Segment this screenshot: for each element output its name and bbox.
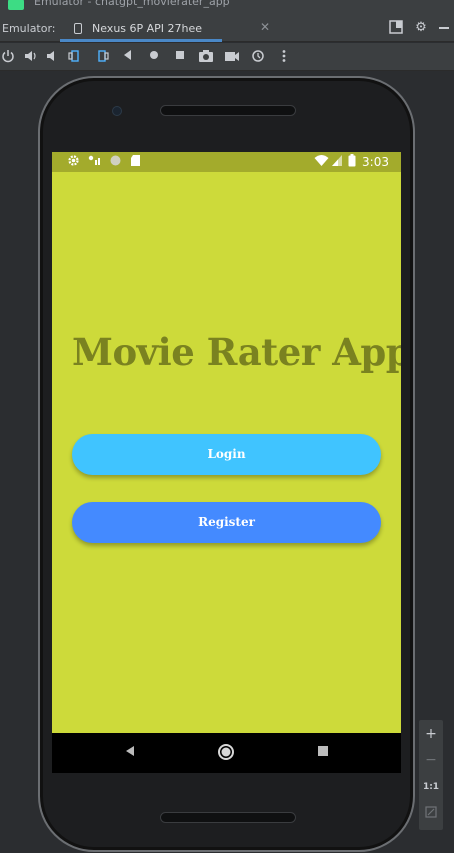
volume-up-icon[interactable] xyxy=(22,49,38,65)
fit-screen-icon[interactable] xyxy=(419,806,443,822)
snapshot-icon[interactable] xyxy=(250,49,266,65)
zoom-in-button[interactable]: + xyxy=(419,726,443,742)
bottom-speaker xyxy=(160,812,296,823)
emulator-label: Emulator: xyxy=(2,22,56,35)
top-speaker xyxy=(160,105,296,116)
one-to-one-button[interactable]: 1:1 xyxy=(419,782,443,792)
overview-icon[interactable] xyxy=(172,49,188,65)
minimize-icon[interactable] xyxy=(436,20,452,36)
device-screen: 3:03 Movie Rater App Login Register xyxy=(52,152,401,773)
settings-gear-icon[interactable]: ⚙ xyxy=(413,20,429,36)
close-tab-icon[interactable]: ✕ xyxy=(260,20,270,34)
status-bar: 3:03 xyxy=(52,152,401,172)
nav-home-icon[interactable] xyxy=(216,743,236,766)
signal-icon xyxy=(331,154,343,171)
emulator-toolbar xyxy=(0,43,454,71)
app-title: Movie Rater App xyxy=(72,330,401,374)
sd-card-icon xyxy=(130,154,141,171)
video-icon[interactable] xyxy=(224,49,240,65)
layout-icon[interactable] xyxy=(388,20,404,36)
data-icon xyxy=(87,154,101,171)
zoom-side-panel: + − 1:1 xyxy=(419,720,443,830)
tab-label: Nexus 6P API 27hee xyxy=(92,22,203,35)
more-icon[interactable] xyxy=(276,49,292,65)
device-icon xyxy=(74,23,82,34)
home-icon[interactable] xyxy=(146,49,162,65)
window-title-bar: Emulator - chatgpt_movierater_app xyxy=(0,0,454,14)
nav-overview-icon[interactable] xyxy=(313,744,333,762)
window-title: Emulator - chatgpt_movierater_app xyxy=(34,0,230,8)
back-icon[interactable] xyxy=(120,49,136,65)
login-button[interactable]: Login xyxy=(72,434,381,475)
zoom-out-button[interactable]: − xyxy=(419,752,443,768)
rotate-right-icon[interactable] xyxy=(94,49,110,65)
wifi-icon xyxy=(314,154,329,171)
battery-icon xyxy=(348,154,356,171)
rotate-left-icon[interactable] xyxy=(67,49,83,65)
navigation-bar xyxy=(52,733,401,773)
power-icon[interactable] xyxy=(0,49,16,65)
android-logo-icon xyxy=(8,0,24,10)
volume-down-icon[interactable] xyxy=(44,49,60,65)
emulator-tab-row: Emulator: Nexus 6P API 27hee ✕ ⚙ xyxy=(0,14,454,42)
active-tab-indicator xyxy=(60,39,222,42)
status-time: 3:03 xyxy=(362,155,389,169)
front-camera xyxy=(112,106,122,116)
settings-icon xyxy=(67,154,80,171)
nav-back-icon[interactable] xyxy=(120,744,140,762)
register-button[interactable]: Register xyxy=(72,502,381,543)
circle-icon xyxy=(109,154,122,171)
camera-icon[interactable] xyxy=(198,49,214,65)
tab-nexus-6p[interactable]: Nexus 6P API 27hee ✕ xyxy=(60,14,270,42)
